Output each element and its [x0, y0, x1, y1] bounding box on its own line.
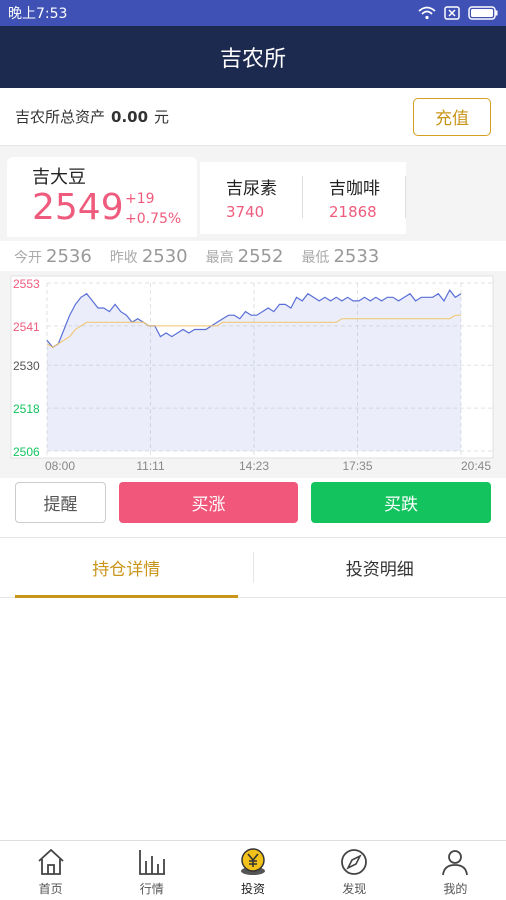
nav-profile[interactable]: 我的	[405, 841, 506, 900]
quote-card-urea[interactable]: 吉尿素 3740	[200, 162, 303, 234]
stat-value: 2533	[333, 245, 380, 267]
asset-label: 吉农所总资产	[15, 108, 106, 126]
home-icon	[37, 848, 64, 875]
buy-up-button[interactable]: 买涨	[119, 482, 298, 523]
divider	[405, 176, 406, 218]
nav-invest[interactable]: 投资	[202, 841, 303, 900]
remind-button[interactable]: 提醒	[15, 482, 106, 523]
quote-price: 21868	[329, 203, 377, 221]
trade-actions: 提醒 买涨 买跌	[0, 478, 506, 536]
quote-change-value: +19	[125, 191, 155, 207]
quote-cards-side: 吉尿素 3740 吉咖啡 21868	[200, 162, 406, 234]
page-title: 吉农所	[219, 47, 286, 72]
stat-high: 最高 2552	[206, 246, 284, 267]
asset-unit: 元	[154, 108, 170, 126]
tab-investment-details[interactable]: 投资明细	[254, 538, 506, 597]
nav-label: 我的	[443, 882, 468, 896]
asset-value: 0.00	[111, 107, 149, 126]
chart-icon	[138, 850, 165, 875]
stat-value: 2552	[237, 245, 284, 267]
nav-label: 首页	[38, 882, 63, 896]
quote-change: +19 +0.75%	[125, 189, 181, 229]
bottom-nav: 首页 行情 投资 发现 我的	[0, 840, 506, 900]
stat-value: 2536	[46, 245, 92, 267]
tab-positions[interactable]: 持仓详情	[0, 538, 253, 598]
intraday-chart[interactable]: 2553 2541 2530 2518 2506 08:00 11:11 14:23 17:35…	[0, 271, 506, 478]
price-stats-row: 今开 2536 昨收 2530 最高 2552 最低 2533	[0, 241, 506, 271]
compass-icon	[341, 849, 368, 875]
y-tick-label: 2553	[13, 277, 40, 291]
stat-open: 今开 2536	[14, 246, 92, 267]
x-tick-label: 11:11	[136, 459, 165, 473]
nav-home[interactable]: 首页	[0, 841, 101, 900]
stat-label: 今开	[14, 249, 42, 266]
recharge-button[interactable]: 充值	[413, 97, 491, 136]
y-tick-label: 2541	[13, 320, 40, 334]
quote-price: 2549	[32, 187, 124, 228]
status-time: 晚上7:53	[8, 6, 68, 22]
nav-discover[interactable]: 发现	[304, 841, 405, 900]
app-header: 吉农所	[0, 26, 506, 88]
stat-label: 昨收	[109, 249, 138, 266]
quote-card-soybean[interactable]: 吉大豆 2549 +19 +0.75%	[7, 157, 197, 237]
x-tick-label: 17:35	[342, 459, 372, 473]
status-icons	[418, 6, 498, 20]
sim-blocked-icon	[444, 6, 460, 20]
stat-value: 2530	[141, 245, 188, 267]
quote-price: 3740	[226, 203, 265, 221]
quote-change-percent: +0.75%	[125, 211, 182, 227]
price-chart[interactable]: 2553 2541 2530 2518 2506 08:00 11:11 14:23 17:35…	[0, 271, 506, 478]
quote-name: 吉大豆	[32, 167, 86, 188]
x-tick-label: 08:00	[45, 459, 75, 473]
nav-market[interactable]: 行情	[101, 841, 202, 900]
yen-coin-icon	[241, 848, 265, 875]
x-tick-label: 20:45	[461, 459, 491, 473]
asset-bar: 吉农所总资产 0.00 元 充值	[0, 88, 506, 146]
nav-label: 投资	[241, 882, 266, 896]
y-tick-label: 2518	[13, 402, 40, 416]
stat-prev-close: 昨收 2530	[110, 246, 188, 267]
nav-label: 行情	[139, 882, 164, 896]
quote-card-coffee[interactable]: 吉咖啡 21868	[303, 162, 406, 234]
y-tick-label: 2506	[13, 445, 40, 459]
quote-name: 吉尿素	[226, 179, 277, 199]
x-tick-label: 14:23	[239, 459, 269, 473]
stat-label: 最低	[301, 249, 330, 266]
user-icon	[442, 850, 469, 876]
quote-name: 吉咖啡	[329, 179, 380, 199]
status-bar: 晚上7:53	[0, 0, 506, 26]
y-tick-label: 2530	[13, 359, 40, 373]
nav-label: 发现	[342, 882, 367, 896]
detail-tabs: 持仓详情 投资明细	[0, 537, 506, 598]
wifi-icon	[418, 6, 436, 20]
buy-down-button[interactable]: 买跌	[311, 482, 491, 523]
battery-icon	[468, 6, 498, 20]
stat-low: 最低 2533	[301, 246, 379, 267]
stat-label: 最高	[205, 249, 234, 266]
